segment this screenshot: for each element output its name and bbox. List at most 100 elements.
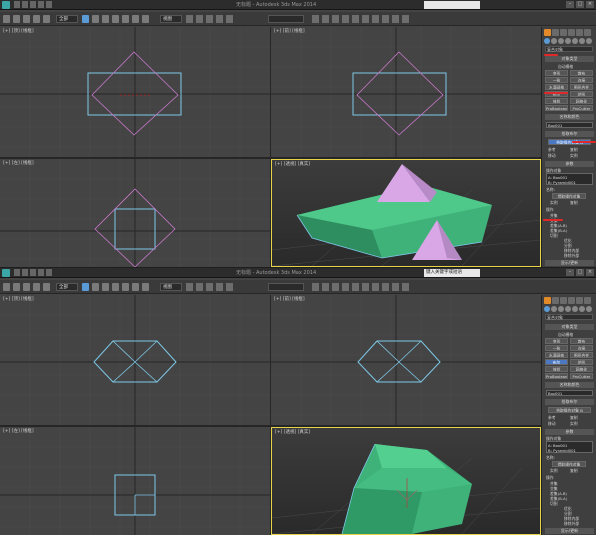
motion-tab-icon[interactable] <box>568 297 575 304</box>
rollout-header[interactable]: 对象类型 <box>545 324 594 330</box>
morph-button[interactable]: 变形 <box>545 338 568 344</box>
render-icon[interactable] <box>402 283 409 291</box>
angle-snap-icon[interactable] <box>206 15 213 23</box>
bind-space-warp-icon[interactable] <box>43 15 50 23</box>
create-tab-icon[interactable] <box>544 297 551 304</box>
rotate-icon[interactable] <box>132 283 139 291</box>
viewport-perspective[interactable]: [+] [透视] [真实] <box>271 159 541 267</box>
helpers-icon[interactable] <box>572 38 578 44</box>
display-tab-icon[interactable] <box>576 29 583 36</box>
viewport-label[interactable]: [+] [前] [线框] <box>274 28 305 34</box>
link-icon[interactable] <box>23 15 30 23</box>
curve-editor-icon[interactable] <box>352 15 359 23</box>
shapemerge-button[interactable]: 图形合并 <box>570 352 593 358</box>
pivot-icon[interactable] <box>186 283 193 291</box>
snap-toggle-icon[interactable] <box>196 15 203 23</box>
redo-icon[interactable] <box>46 1 52 8</box>
reference-coord-dropdown[interactable]: 视图 <box>160 15 182 23</box>
blobmesh-button[interactable]: 水滴网格 <box>545 84 568 90</box>
bind-space-warp-icon[interactable] <box>43 283 50 291</box>
lights-icon[interactable] <box>558 306 564 312</box>
extract-option-copy[interactable]: 复制 <box>570 468 578 474</box>
scale-icon[interactable] <box>142 283 149 291</box>
render-frame-icon[interactable] <box>392 283 399 291</box>
selection-filter-dropdown[interactable]: 全部 <box>56 15 78 23</box>
scale-icon[interactable] <box>142 15 149 23</box>
viewport-label[interactable]: [+] [顶] [线框] <box>3 28 34 34</box>
extract-option-copy[interactable]: 复制 <box>570 200 578 206</box>
object-category-dropdown[interactable]: 复合对象 <box>545 46 593 52</box>
extract-operand-button[interactable]: 提取操作对象 <box>552 193 586 199</box>
shapes-icon[interactable] <box>551 38 557 44</box>
blobmesh-button[interactable]: 水滴网格 <box>545 352 568 358</box>
scatter-button[interactable]: 散布 <box>570 338 593 344</box>
window-crossing-icon[interactable] <box>112 15 119 23</box>
cameras-icon[interactable] <box>565 38 571 44</box>
systems-icon[interactable] <box>586 38 592 44</box>
lights-icon[interactable] <box>558 38 564 44</box>
rollout-header[interactable]: 参数 <box>545 161 594 167</box>
boolean-button[interactable]: 布尔 <box>545 359 568 365</box>
shapes-icon[interactable] <box>551 306 557 312</box>
mesher-button[interactable]: 网格化 <box>570 366 593 372</box>
object-category-dropdown[interactable]: 复合对象 <box>545 314 593 320</box>
named-selection-sets-dropdown[interactable] <box>268 283 304 291</box>
unlink-icon[interactable] <box>33 15 40 23</box>
viewport-front[interactable]: [+] [前] [线框] <box>271 27 541 157</box>
viewport-label[interactable]: [+] [前] [线框] <box>274 296 305 302</box>
conform-button[interactable]: 一致 <box>545 345 568 351</box>
curve-editor-icon[interactable] <box>352 283 359 291</box>
minimize-icon[interactable]: – <box>566 269 574 276</box>
list-item[interactable]: B: Pyramid001 <box>548 448 591 453</box>
viewport-label[interactable]: [+] [透视] [真实] <box>275 429 310 435</box>
rollout-header[interactable]: 名称和颜色 <box>545 114 594 120</box>
pick-option-move[interactable]: 移动 <box>548 421 556 427</box>
proboolean-button[interactable]: ProBoolean <box>545 373 568 379</box>
open-file-icon[interactable] <box>22 1 28 8</box>
search-input[interactable] <box>424 1 480 9</box>
mesher-button[interactable]: 网格化 <box>570 98 593 104</box>
cut-remove-outside[interactable]: 移除外部 <box>564 253 579 259</box>
rect-selection-icon[interactable] <box>102 283 109 291</box>
pivot-icon[interactable] <box>186 15 193 23</box>
align-icon[interactable] <box>322 283 329 291</box>
create-tab-icon[interactable] <box>544 29 551 36</box>
app-logo-icon[interactable] <box>2 1 10 9</box>
open-file-icon[interactable] <box>22 269 28 276</box>
viewport-top[interactable]: [+] [顶] [线框] <box>0 27 270 157</box>
geometry-icon[interactable] <box>544 306 550 312</box>
redo-icon[interactable] <box>13 15 20 23</box>
conform-button[interactable]: 一致 <box>545 77 568 83</box>
redo-icon[interactable] <box>46 269 52 276</box>
save-file-icon[interactable] <box>30 269 36 276</box>
app-logo-icon[interactable] <box>2 269 10 277</box>
motion-tab-icon[interactable] <box>568 29 575 36</box>
undo-icon[interactable] <box>3 283 10 291</box>
extract-operand-button[interactable]: 提取操作对象 <box>552 461 586 467</box>
extract-option-instance[interactable]: 实例 <box>550 468 558 474</box>
spinner-snap-icon[interactable] <box>226 283 233 291</box>
utilities-tab-icon[interactable] <box>584 29 591 36</box>
loft-button[interactable]: 放样 <box>545 98 568 104</box>
morph-button[interactable]: 变形 <box>545 70 568 76</box>
mirror-icon[interactable] <box>312 15 319 23</box>
loft-button[interactable]: 放样 <box>545 366 568 372</box>
close-icon[interactable]: × <box>586 1 594 8</box>
connect-button[interactable]: 连接 <box>570 345 593 351</box>
undo-icon[interactable] <box>3 15 10 23</box>
layer-manager-icon[interactable] <box>332 15 339 23</box>
modify-tab-icon[interactable] <box>552 297 559 304</box>
viewport-left[interactable]: [+] [左] [线框] <box>0 427 270 535</box>
procutter-button[interactable]: ProCutter <box>570 373 593 379</box>
cameras-icon[interactable] <box>565 306 571 312</box>
scatter-button[interactable]: 散布 <box>570 70 593 76</box>
utilities-tab-icon[interactable] <box>584 297 591 304</box>
material-editor-icon[interactable] <box>372 283 379 291</box>
geometry-icon[interactable] <box>544 38 550 44</box>
graphite-icon[interactable] <box>342 283 349 291</box>
link-icon[interactable] <box>23 283 30 291</box>
redo-icon[interactable] <box>13 283 20 291</box>
procutter-button[interactable]: ProCutter <box>570 105 593 111</box>
rollout-header[interactable]: 拾取布尔 <box>545 131 594 137</box>
close-icon[interactable]: × <box>586 269 594 276</box>
